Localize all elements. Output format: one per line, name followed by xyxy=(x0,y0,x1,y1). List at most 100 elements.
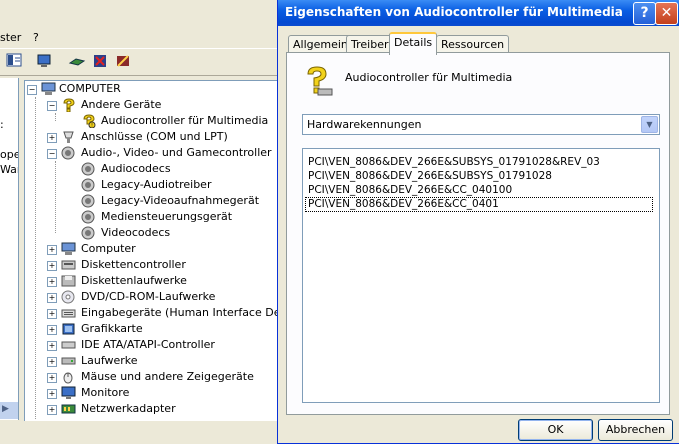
value-list[interactable]: PCI\VEN_8086&DEV_266E&SUBSYS_01791028&RE… xyxy=(302,148,660,403)
tree-connector xyxy=(55,113,56,121)
expand-toggle[interactable]: + xyxy=(47,277,57,287)
speaker-icon xyxy=(81,210,96,224)
tab-treiber[interactable]: Treiber xyxy=(346,35,394,53)
cdrom-icon xyxy=(61,290,76,304)
display-adapter-icon xyxy=(61,322,76,336)
horizontal-scrollbar[interactable]: ▶ xyxy=(0,402,18,419)
expand-toggle[interactable]: + xyxy=(47,309,57,319)
network-icon xyxy=(61,402,76,416)
device-name: Audiocontroller für Multimedia xyxy=(345,71,513,84)
tree-connector xyxy=(55,161,56,233)
expand-toggle[interactable]: + xyxy=(47,389,57,399)
monitor-icon xyxy=(61,386,76,400)
property-select-value: Hardwarekennungen xyxy=(307,118,422,131)
expand-toggle[interactable]: + xyxy=(47,245,57,255)
expand-toggle[interactable]: + xyxy=(47,293,57,303)
tab-ressourcen[interactable]: Ressourcen xyxy=(436,35,510,53)
unknown-device-icon xyxy=(302,65,334,97)
question-icon xyxy=(61,98,76,113)
list-item[interactable]: PCI\VEN_8086&DEV_266E&CC_040100 xyxy=(308,184,512,197)
help-button[interactable]: ? xyxy=(633,2,656,25)
tree-item-label: Netzwerkadapter xyxy=(81,402,176,415)
scroll-right-icon[interactable]: ▶ xyxy=(2,404,9,414)
menu-bar: ster ? xyxy=(0,28,280,47)
tab-allgemein[interactable]: Allgemein xyxy=(288,35,353,53)
title-bar[interactable]: Eigenschaften von Audiocontroller für Mu… xyxy=(278,0,679,26)
tree-item-label: Audiocontroller für Multimedia xyxy=(101,114,269,127)
keyboard-icon xyxy=(61,306,76,320)
ide-icon xyxy=(61,338,76,352)
tree-item-label: Legacy-Audiotreiber xyxy=(101,178,212,191)
properties-dialog: Eigenschaften von Audiocontroller für Mu… xyxy=(277,0,679,444)
tree-item-label: Computer xyxy=(81,242,136,255)
device-manager-window: ster ? : ope War ▶ − xyxy=(0,0,281,443)
device-tree[interactable]: − COMPUTER − Andere Geräte! Audiocontrolle… xyxy=(24,80,281,421)
tree-item-label: Audiocodecs xyxy=(101,162,171,175)
expand-toggle[interactable]: + xyxy=(47,133,57,143)
properties-icon[interactable] xyxy=(6,53,24,69)
update-driver-icon[interactable] xyxy=(68,53,86,69)
left-pane-text: : xyxy=(0,118,4,131)
disable-device-icon[interactable] xyxy=(115,53,133,69)
list-item[interactable]: PCI\VEN_8086&DEV_266E&SUBSYS_01791028&RE… xyxy=(308,156,600,169)
speaker-icon xyxy=(61,146,76,160)
floppy-controller-icon xyxy=(61,258,76,272)
list-item[interactable]: PCI\VEN_8086&DEV_266E&CC_0401 xyxy=(305,197,653,212)
close-button[interactable]: ✕ xyxy=(655,2,678,25)
floppy-icon xyxy=(61,274,76,288)
expand-toggle[interactable]: + xyxy=(47,341,57,351)
tree-item-label: IDE ATA/ATAPI-Controller xyxy=(81,338,215,351)
tree-root-label: COMPUTER xyxy=(59,82,121,95)
speaker-icon xyxy=(81,226,96,240)
question-warning-icon: ! xyxy=(81,114,96,129)
expand-toggle[interactable]: + xyxy=(47,325,57,335)
tab-details[interactable]: Details xyxy=(389,32,438,55)
tree-item-label: Videocodecs xyxy=(101,226,171,239)
details-tab-panel: Audiocontroller für Multimedia Hardwarek… xyxy=(286,52,670,415)
expand-toggle[interactable]: + xyxy=(47,261,57,271)
left-pane: : ope War xyxy=(0,78,19,420)
expand-toggle[interactable]: + xyxy=(47,357,57,367)
speaker-icon xyxy=(81,178,96,192)
uninstall-icon[interactable] xyxy=(92,53,110,69)
speaker-icon xyxy=(81,194,96,208)
computer-icon xyxy=(41,82,56,96)
tree-item-label: Monitore xyxy=(81,386,130,399)
expand-toggle[interactable]: + xyxy=(47,405,57,415)
chevron-down-icon[interactable]: ▼ xyxy=(641,116,658,133)
speaker-icon xyxy=(81,162,96,176)
expand-toggle[interactable]: + xyxy=(47,373,57,383)
tree-item-label: Eingabegeräte (Human Interface Devices) xyxy=(81,306,281,319)
list-item[interactable]: PCI\VEN_8086&DEV_266E&SUBSYS_01791028 xyxy=(308,170,552,183)
ok-button[interactable]: OK xyxy=(518,419,593,441)
tree-item-label: Audio-, Video- und Gamecontroller xyxy=(81,146,272,159)
tree-item-label: DVD/CD-ROM-Laufwerke xyxy=(81,290,216,303)
port-icon xyxy=(61,130,76,144)
menu-item-ster[interactable]: ster xyxy=(0,31,21,44)
toolbar xyxy=(0,48,280,76)
tree-connector xyxy=(35,97,36,419)
tree-item-label: Legacy-Videoaufnahmegerät xyxy=(101,194,260,207)
cancel-button[interactable]: Abbrechen xyxy=(598,419,673,441)
collapse-toggle[interactable]: − xyxy=(47,149,57,159)
collapse-toggle[interactable]: − xyxy=(27,85,37,95)
tree-item-label: Anschlüsse (COM und LPT) xyxy=(81,130,228,143)
scan-hardware-icon[interactable] xyxy=(36,53,54,69)
svg-text:!: ! xyxy=(91,123,93,128)
mouse-icon xyxy=(61,370,76,384)
tree-item-label: Mediensteuerungsgerät xyxy=(101,210,233,223)
computer-icon xyxy=(61,242,76,256)
tree-item-label: Laufwerke xyxy=(81,354,138,367)
left-pane-text: ope xyxy=(0,148,19,161)
property-select[interactable]: Hardwarekennungen ▼ xyxy=(302,114,660,135)
left-pane-text: War xyxy=(0,163,18,176)
dialog-title: Eigenschaften von Audiocontroller für Mu… xyxy=(285,5,623,19)
tree-item-label: Mäuse und andere Zeigegeräte xyxy=(81,370,254,383)
collapse-toggle[interactable]: − xyxy=(47,101,57,111)
tree-item-label: Grafikkarte xyxy=(81,322,143,335)
tree-item-label: Diskettencontroller xyxy=(81,258,186,271)
tree-item-label: Andere Geräte xyxy=(81,98,162,111)
menu-item-help[interactable]: ? xyxy=(33,31,39,44)
tree-item-label: Diskettenlaufwerke xyxy=(81,274,187,287)
disk-icon xyxy=(61,354,76,368)
